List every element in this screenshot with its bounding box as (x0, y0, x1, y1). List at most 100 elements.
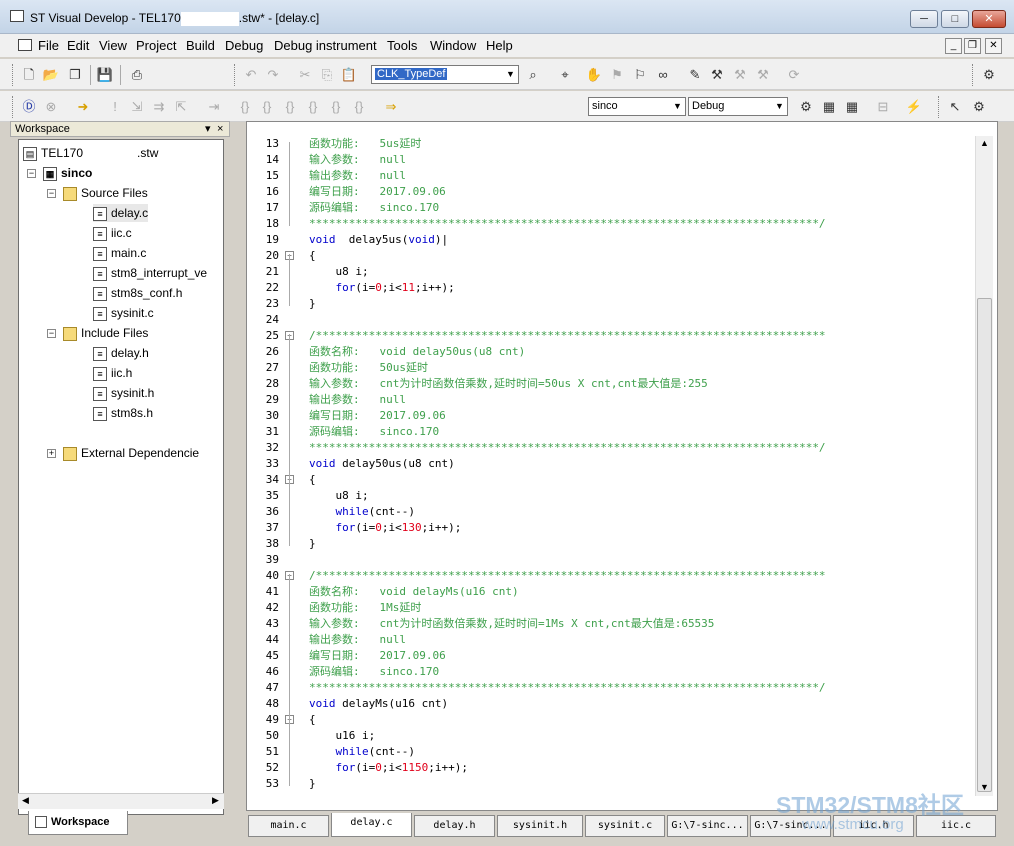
bookmark-icon[interactable]: ⚑ (608, 66, 626, 84)
file-tab[interactable]: delay.h (414, 815, 495, 837)
save-icon[interactable]: 💾 (96, 66, 114, 84)
tree-folder-source[interactable]: Source Files (63, 184, 148, 202)
program-device-icon[interactable]: ⚡ (905, 98, 923, 116)
brace-unfold-icon[interactable]: {} (350, 98, 368, 116)
code-line[interactable]: 输入参数: null (309, 152, 955, 168)
code-line[interactable]: u8 i; (309, 488, 955, 504)
step-out-icon[interactable]: ⇱ (172, 98, 190, 116)
brace-prev-icon[interactable]: {} (281, 98, 299, 116)
code-line[interactable]: while(cnt--) (309, 504, 955, 520)
scroll-right-icon[interactable]: ▶ (212, 795, 219, 806)
code-line[interactable]: } (309, 536, 955, 552)
workspace-hscrollbar[interactable]: ◀ ▶ (18, 793, 224, 809)
jump-icon[interactable]: ⇒ (382, 98, 400, 116)
code-line[interactable]: 编写日期: 2017.09.06 (309, 184, 955, 200)
new-window-icon[interactable]: ❐ (66, 66, 84, 84)
menu-help[interactable]: Help (486, 38, 513, 53)
code-line[interactable]: for(i=0;i<11;i++); (309, 280, 955, 296)
hand-icon[interactable]: ✋ (585, 66, 603, 84)
code-line[interactable]: void delay5us(void)| (309, 232, 955, 248)
code-line[interactable]: ****************************************… (309, 216, 955, 232)
file-tab[interactable]: delay.c (331, 813, 412, 837)
code-line[interactable]: 输出参数: null (309, 168, 955, 184)
paste-icon[interactable]: 📋 (340, 66, 358, 84)
mdi-close-button[interactable]: ✕ (985, 38, 1002, 54)
cut-icon[interactable]: ✂ (296, 66, 314, 84)
go-icon[interactable]: ➜ (74, 98, 92, 116)
editor-vscrollbar[interactable]: ▲ ▼ (975, 136, 993, 796)
brace-match-icon[interactable]: {} (304, 98, 322, 116)
file-tab[interactable]: main.c (248, 815, 329, 837)
code-line[interactable]: 输出参数: null (309, 632, 955, 648)
step-into-icon[interactable]: ⇲ (128, 98, 146, 116)
debug-start-icon[interactable]: Ⓓ (20, 98, 38, 116)
rebuild-icon[interactable]: ▦ (843, 98, 861, 116)
binoculars-icon[interactable]: ⌖ (556, 66, 574, 84)
tree-folder-include[interactable]: Include Files (63, 324, 148, 342)
tree-folder-external[interactable]: External Dependencie (63, 444, 199, 462)
tree-file[interactable]: ≡ sysinit.h (93, 384, 154, 402)
toolbar-grip[interactable] (972, 64, 975, 86)
refresh-icon[interactable]: ⟳ (785, 66, 803, 84)
code-line[interactable]: 编写日期: 2017.09.06 (309, 648, 955, 664)
print-icon[interactable]: ⎙ (128, 66, 146, 84)
code-line[interactable]: for(i=0;i<1150;i++); (309, 760, 955, 776)
tree-file[interactable]: ≡ delay.c (93, 204, 149, 222)
stop-build-icon[interactable]: ⊟ (874, 98, 892, 116)
code-line[interactable] (309, 312, 955, 328)
programmer-icon[interactable]: ⚙ (980, 66, 998, 84)
menu-view[interactable]: View (99, 38, 127, 53)
marker-icon[interactable]: ✎ (686, 66, 704, 84)
tree-file[interactable]: ≡ stm8s.h (93, 404, 153, 422)
menu-tools[interactable]: Tools (387, 38, 417, 53)
menu-debug[interactable]: Debug (225, 38, 263, 53)
scroll-left-icon[interactable]: ◀ (22, 795, 29, 806)
code-line[interactable]: } (309, 296, 955, 312)
code-line[interactable]: 源码编辑: sinco.170 (309, 424, 955, 440)
code-area[interactable]: 函数功能: 5us延时 输入参数: null 输出参数: null 编写日期: 201… (309, 136, 955, 792)
code-line[interactable]: /***************************************… (309, 328, 955, 344)
workspace-close-icon[interactable]: × (217, 122, 223, 136)
code-line[interactable]: void delay50us(u8 cnt) (309, 456, 955, 472)
code-editor[interactable]: 13 14 15 16 17 18 19 20 21 22 23 24 25 26 27 28 29 30 31 32… (246, 121, 998, 811)
scroll-up-icon[interactable]: ▲ (980, 138, 989, 148)
bookmark-next-icon[interactable]: ⚐ (631, 66, 649, 84)
tree-expander[interactable]: + (47, 449, 56, 458)
code-line[interactable]: ****************************************… (309, 680, 955, 696)
step-over-icon[interactable]: ⇉ (150, 98, 168, 116)
code-line[interactable]: 函数功能: 1Ms延时 (309, 600, 955, 616)
tree-expander[interactable]: − (27, 169, 36, 178)
code-line[interactable]: 编写日期: 2017.09.06 (309, 408, 955, 424)
tool-icon[interactable]: ⚒ (708, 66, 726, 84)
code-line[interactable]: { (309, 712, 955, 728)
menu-debug-instrument[interactable]: Debug instrument (274, 38, 377, 53)
code-line[interactable]: while(cnt--) (309, 744, 955, 760)
brace-next-icon[interactable]: {} (258, 98, 276, 116)
code-line[interactable]: 源码编辑: sinco.170 (309, 664, 955, 680)
toolbar-grip[interactable] (12, 64, 15, 86)
project-combo[interactable]: sinco ▼ (588, 97, 686, 116)
scroll-down-icon[interactable]: ▼ (980, 782, 989, 792)
code-line[interactable]: /***************************************… (309, 568, 955, 584)
code-line[interactable]: ****************************************… (309, 440, 955, 456)
pin-icon[interactable]: ▾ (205, 122, 211, 136)
code-line[interactable]: for(i=0;i<130;i++); (309, 520, 955, 536)
stop-icon[interactable]: ⊗ (42, 98, 60, 116)
code-line[interactable]: 函数名称: void delayMs(u16 cnt) (309, 584, 955, 600)
menu-build[interactable]: Build (186, 38, 215, 53)
toolbar-grip[interactable] (12, 96, 15, 118)
open-folder-icon[interactable]: 📂 (42, 66, 60, 84)
tree-expander[interactable]: − (47, 189, 56, 198)
code-line[interactable]: 输入参数: cnt为计时函数倍乘数,延时时间=1Ms X cnt,cnt最大值是… (309, 616, 955, 632)
code-line[interactable]: 函数功能: 5us延时 (309, 136, 955, 152)
tree-file[interactable]: ≡ main.c (93, 244, 146, 262)
code-line[interactable]: 函数功能: 50us延时 (309, 360, 955, 376)
tool-next-icon[interactable]: ⚒ (731, 66, 749, 84)
tree-file[interactable]: ≡ stm8s_conf.h (93, 284, 182, 302)
find-in-files-icon[interactable]: ⌕ (524, 66, 542, 84)
toolbar-grip[interactable] (938, 96, 941, 118)
tree-file[interactable]: ≡ stm8_interrupt_ve (93, 264, 207, 282)
workspace-tab[interactable]: Workspace (28, 811, 128, 835)
tree-project[interactable]: ▦ sinco (43, 164, 92, 182)
maximize-button[interactable]: □ (941, 10, 969, 28)
